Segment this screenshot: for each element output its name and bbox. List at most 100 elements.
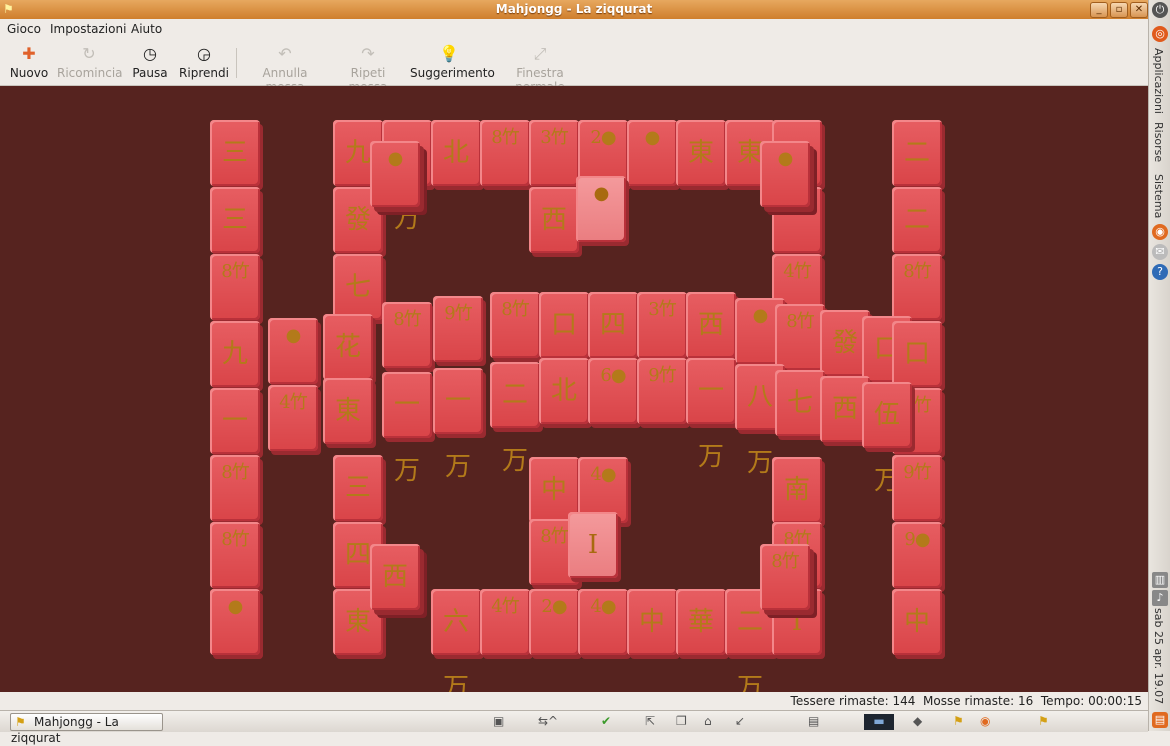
eraser-applet-icon[interactable]: ⌂ xyxy=(704,714,712,728)
mahjong-tile[interactable]: 北 xyxy=(431,120,481,186)
ubuntu-logo-icon[interactable]: ◎ xyxy=(1152,26,1168,42)
show-desktop-icon[interactable]: ▤ xyxy=(808,714,819,728)
mahjong-tile[interactable]: 七万 xyxy=(333,254,383,368)
mahjongg-workspace-icon[interactable]: ⚑ xyxy=(1038,714,1049,728)
mahjong-tile[interactable]: 8竹 xyxy=(382,302,432,368)
mahjong-tile[interactable]: 中 xyxy=(627,589,677,655)
mahjong-tile[interactable]: ● xyxy=(268,318,318,384)
close-button[interactable]: ✕ xyxy=(1130,2,1148,18)
workspace-switcher-icon[interactable]: ▬ xyxy=(864,714,894,730)
mail-icon[interactable]: ✉ xyxy=(1152,244,1168,260)
mahjong-tile[interactable]: 一万 xyxy=(210,388,260,502)
mahjong-tile[interactable]: 南 xyxy=(772,457,822,523)
mahjong-tile[interactable]: 二万 xyxy=(892,187,942,301)
mahjong-tile[interactable]: 西 xyxy=(529,187,579,253)
mahjong-tile[interactable]: 8竹 xyxy=(490,292,540,358)
mahjong-tile[interactable]: 8竹 xyxy=(210,254,260,320)
mahjong-tile[interactable]: 東 xyxy=(323,378,373,444)
mahjong-tile[interactable]: 花 xyxy=(323,314,373,380)
mahjong-tile[interactable]: 3竹 xyxy=(637,292,687,358)
mahjong-tile[interactable]: 西 xyxy=(686,292,736,358)
mahjong-tile[interactable]: 四万 xyxy=(588,292,638,406)
mahjong-tile[interactable]: 8竹 xyxy=(210,522,260,588)
mahjongg-tray-icon[interactable]: ⚑ xyxy=(953,714,964,728)
menu-risorse[interactable]: Risorse xyxy=(1152,122,1165,162)
undo-button[interactable]: ↶ Annulla mossa xyxy=(243,42,327,94)
new-game-button[interactable]: ✚ Nuovo xyxy=(8,42,50,82)
mahjong-tile[interactable]: 8竹 xyxy=(892,254,942,320)
mahjong-tile[interactable]: 4竹 xyxy=(268,385,318,451)
drive-applet-icon[interactable]: ◆ xyxy=(913,714,922,728)
menu-gioco[interactable]: Gioco xyxy=(7,22,41,36)
mahjong-tile[interactable]: 口 xyxy=(892,321,942,387)
mahjong-tile[interactable]: 東 xyxy=(676,120,726,186)
mahjong-tile[interactable]: ● xyxy=(760,141,810,207)
mahjong-tile[interactable]: 8竹 xyxy=(775,304,825,370)
hint-button[interactable]: 💡 Suggerimento xyxy=(410,42,495,82)
game-board[interactable]: 三万三万8竹九万一万8竹8竹●九万四万北8竹3竹2●●東東二万發西●8竹4竹七万… xyxy=(0,86,1148,692)
mahjong-tile[interactable]: 北 xyxy=(539,358,589,424)
mahjong-tile[interactable]: 西 xyxy=(370,544,420,610)
mahjong-tile[interactable]: 一万 xyxy=(382,372,432,486)
minimize-button[interactable]: _ xyxy=(1090,2,1108,18)
mahjong-tile[interactable]: 3竹 xyxy=(529,120,579,186)
mahjong-tile[interactable]: 七万 xyxy=(775,370,825,484)
mahjong-tile[interactable]: 8竹 xyxy=(480,120,530,186)
mahjong-tile[interactable]: 口 xyxy=(539,292,589,358)
mahjong-tile[interactable]: 一万 xyxy=(433,368,483,482)
mahjong-tile[interactable]: 九万 xyxy=(210,321,260,435)
firefox-icon[interactable]: ◉ xyxy=(1152,224,1168,240)
mahjong-tile[interactable]: 2● xyxy=(529,589,579,655)
window-mode-button[interactable]: ⤢ Finestra normale xyxy=(494,42,586,94)
mahjong-tile[interactable]: 9竹 xyxy=(433,296,483,362)
maximize-button[interactable]: ▫ xyxy=(1110,2,1128,18)
mahjong-tile[interactable]: 三万 xyxy=(210,187,260,301)
screenshot-applet-icon[interactable]: ▣ xyxy=(493,714,504,728)
mahjong-tile[interactable]: 二万 xyxy=(490,362,540,476)
menu-sistema[interactable]: Sistema xyxy=(1152,174,1165,218)
clock[interactable]: sab 25 apr. 19.07 xyxy=(1152,608,1165,704)
mahjong-tile[interactable]: 8竹 xyxy=(760,544,810,610)
mahjong-tile[interactable]: 伍万 xyxy=(862,382,912,496)
mahjong-tile[interactable]: ● xyxy=(627,120,677,186)
stack-applet-icon[interactable]: ❐ xyxy=(676,714,687,728)
restart-button[interactable]: ↻ Ricomincia xyxy=(57,42,123,82)
mahjong-tile[interactable]: 4竹 xyxy=(480,589,530,655)
power-icon[interactable]: ⏻ xyxy=(1152,2,1168,18)
mahjong-tile[interactable]: ● xyxy=(210,589,260,655)
window-mode-icon: ⤢ xyxy=(533,44,547,63)
marker-applet-icon[interactable]: ↙ xyxy=(735,714,745,728)
volume-icon[interactable]: ♪ xyxy=(1152,590,1168,606)
mahjong-tile[interactable]: 一万 xyxy=(686,358,736,472)
mahjong-tile[interactable]: 8竹 xyxy=(210,455,260,521)
menu-impostazioni[interactable]: Impostazioni xyxy=(50,22,126,36)
taskbar-window-button[interactable]: ⚑ Mahjongg - La ziqqurat xyxy=(10,713,163,745)
mahjong-tile[interactable]: ● xyxy=(576,176,626,242)
window-titlebar[interactable]: ⚑ Mahjongg - La ziqqurat _ ▫ ✕ xyxy=(0,0,1148,20)
pointer-applet-icon[interactable]: ⇱ xyxy=(645,714,655,728)
mahjong-tile[interactable]: 二万 xyxy=(892,120,942,234)
mahjong-tile[interactable]: I xyxy=(568,512,618,578)
checkmark-applet-icon[interactable]: ✔ xyxy=(601,714,611,728)
mahjong-tile[interactable]: 六万 xyxy=(431,589,481,692)
mahjong-tile[interactable]: 6● xyxy=(588,358,638,424)
redo-button[interactable]: ↷ Ripeti mossa xyxy=(331,42,405,94)
firefox-tray-icon[interactable]: ◉ xyxy=(980,714,990,728)
mahjong-tile[interactable]: 中 xyxy=(892,589,942,655)
mahjong-tile[interactable]: 9竹 xyxy=(892,455,942,521)
mahjong-tile[interactable]: ● xyxy=(370,141,420,207)
network-applet-icon[interactable]: ⇆^ xyxy=(538,714,558,728)
mahjong-tile[interactable]: 三万 xyxy=(333,455,383,569)
trash-icon[interactable]: ▤ xyxy=(1152,712,1168,728)
network-icon[interactable]: ▥ xyxy=(1152,572,1168,588)
resume-button[interactable]: ◶ Riprendi xyxy=(178,42,230,82)
mahjong-tile[interactable]: 華 xyxy=(676,589,726,655)
menu-applicazioni[interactable]: Applicazioni xyxy=(1152,48,1165,114)
pause-button[interactable]: ◷ Pausa xyxy=(131,42,169,82)
mahjong-tile[interactable]: 三万 xyxy=(210,120,260,234)
mahjong-tile[interactable]: 4● xyxy=(578,589,628,655)
menu-aiuto[interactable]: Aiuto xyxy=(131,22,162,36)
mahjong-tile[interactable]: 9● xyxy=(892,522,942,588)
mahjong-tile[interactable]: 9竹 xyxy=(637,358,687,424)
help-icon[interactable]: ? xyxy=(1152,264,1168,280)
